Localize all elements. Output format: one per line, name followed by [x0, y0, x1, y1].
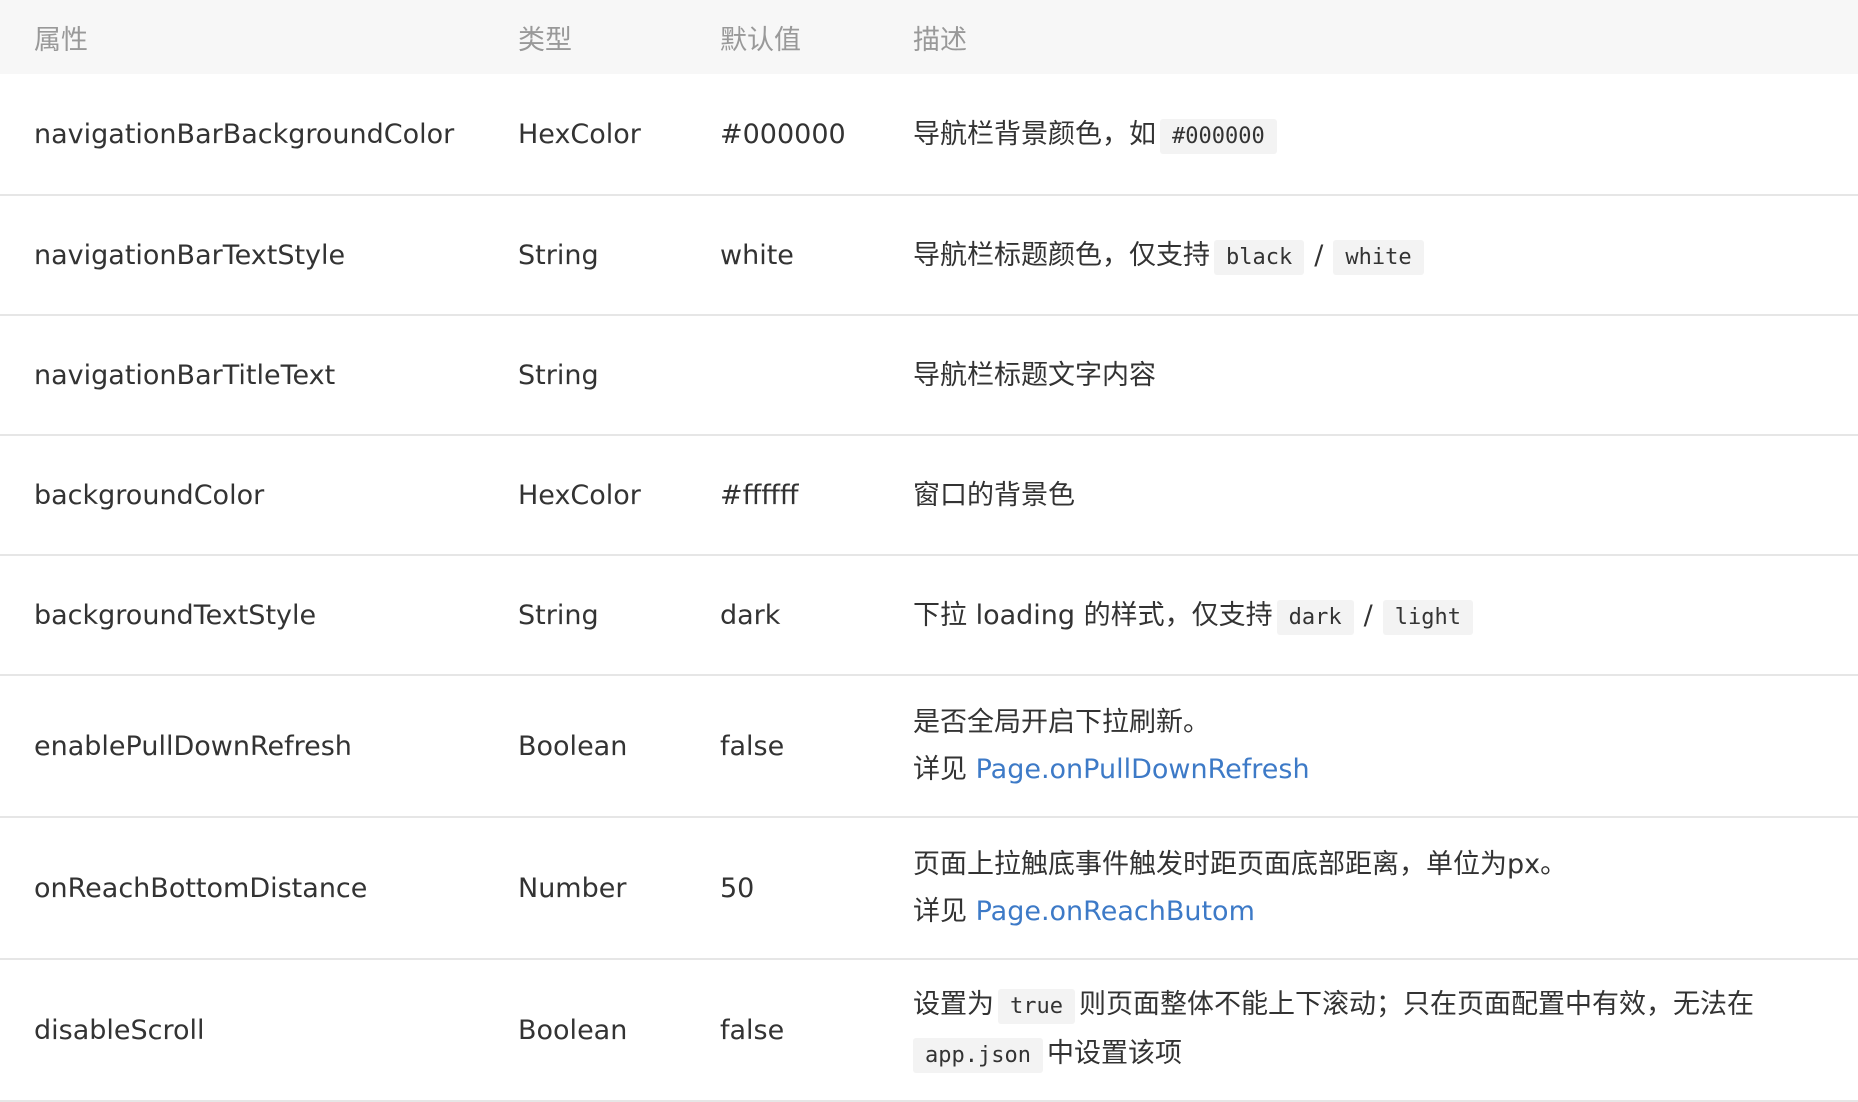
type-cell: HexColor [518, 118, 641, 150]
desc-text: 窗口的背景色 [913, 479, 1075, 511]
inline-code: #000000 [1160, 118, 1277, 154]
header-desc: 描述 [913, 24, 967, 56]
attr-cell: disableScroll [34, 1014, 205, 1046]
desc-text: 页面上拉触底事件触发时距页面底部距离，单位为px。 [913, 849, 1568, 880]
default-cell: 50 [720, 872, 755, 904]
desc-cell: 导航栏背景颜色，如 #000000 [913, 111, 1858, 158]
desc-text: 是否全局开启下拉刷新。 [913, 707, 1210, 738]
table-row: disableScroll Boolean false 设置为 true 则页面整体… [0, 960, 1858, 1102]
table-row: backgroundColor HexColor #ffffff 窗口的背景色 [0, 436, 1858, 556]
attr-cell: navigationBarTitleText [34, 359, 336, 391]
desc-line-1: 设置为 true 则页面整体不能上下滚动；只在页面配置中有效，无法在 [913, 981, 1838, 1030]
desc-text: 导航栏标题文字内容 [913, 359, 1156, 391]
type-cell: Number [518, 872, 627, 904]
header-type: 类型 [518, 24, 572, 56]
desc-see-line: 详见 Page.onPullDownRefresh [913, 746, 1838, 793]
type-cell: Boolean [518, 1014, 628, 1046]
attr-cell: backgroundTextStyle [34, 599, 317, 631]
table-header: 属性 类型 默认值 描述 [0, 0, 1858, 74]
desc-text: 中设置该项 [1046, 1038, 1182, 1069]
table-row: navigationBarTextStyle String white 导航栏标… [0, 196, 1858, 316]
table-row: navigationBarBackgroundColor HexColor #0… [0, 74, 1858, 196]
type-cell: String [518, 359, 599, 391]
desc-cell: 设置为 true 则页面整体不能上下滚动；只在页面配置中有效，无法在 app.jso… [913, 981, 1858, 1079]
page-onpulldownrefresh-link[interactable]: Page.onPullDownRefresh [976, 754, 1310, 785]
table-row: backgroundTextStyle String dark 下拉 loadi… [0, 556, 1858, 676]
type-cell: String [518, 599, 599, 631]
inline-code: black [1214, 239, 1305, 275]
inline-code: app.json [913, 1038, 1043, 1073]
type-cell: String [518, 239, 599, 271]
inline-code: dark [1276, 599, 1354, 635]
header-attr: 属性 [34, 24, 88, 56]
table-row: navigationBarTitleText String 导航栏标题文字内容 [0, 316, 1858, 436]
table-row: onReachBottomDistance Number 50 页面上拉触底事件… [0, 818, 1858, 960]
see-label: 详见 [913, 754, 967, 785]
desc-cell: 下拉 loading 的样式，仅支持 dark / light [913, 592, 1858, 639]
desc-text: 导航栏背景颜色，如 [913, 118, 1156, 150]
type-cell: HexColor [518, 479, 641, 511]
default-cell: #000000 [720, 118, 846, 150]
inline-code: true [998, 989, 1075, 1024]
default-cell: #ffffff [720, 479, 799, 511]
page-onreachbuttom-link[interactable]: Page.onReachButom [976, 896, 1255, 927]
type-cell: Boolean [518, 730, 628, 762]
default-cell: false [720, 1014, 785, 1046]
attr-cell: enablePullDownRefresh [34, 730, 352, 762]
desc-line-2: app.json 中设置该项 [913, 1030, 1838, 1079]
attr-cell: navigationBarBackgroundColor [34, 118, 455, 150]
inline-code: white [1333, 239, 1424, 275]
default-cell: white [720, 239, 794, 271]
desc-cell: 是否全局开启下拉刷新。 详见 Page.onPullDownRefresh [913, 699, 1858, 793]
desc-see-line: 详见 Page.onReachButom [913, 888, 1838, 935]
desc-cell: 页面上拉触底事件触发时距页面底部距离，单位为px。 详见 Page.onReac… [913, 841, 1858, 935]
inline-code: light [1382, 599, 1473, 635]
desc-text: 设置为 [913, 989, 994, 1020]
attr-cell: navigationBarTextStyle [34, 239, 346, 271]
desc-text: 导航栏标题颜色，仅支持 [913, 239, 1210, 271]
desc-cell: 导航栏标题颜色，仅支持 black / white [913, 232, 1858, 279]
header-default: 默认值 [720, 24, 801, 56]
separator: / [1314, 239, 1324, 271]
attr-cell: onReachBottomDistance [34, 872, 368, 904]
desc-cell: 窗口的背景色 [913, 472, 1858, 519]
default-cell: false [720, 730, 785, 762]
see-label: 详见 [913, 896, 967, 927]
desc-text: 下拉 loading 的样式，仅支持 [913, 599, 1273, 631]
desc-text: 则页面整体不能上下滚动；只在页面配置中有效，无法在 [1078, 989, 1754, 1020]
config-table: 属性 类型 默认值 描述 navigationBarBackgroundColo… [0, 0, 1858, 1102]
desc-cell: 导航栏标题文字内容 [913, 352, 1858, 399]
default-cell: dark [720, 599, 781, 631]
attr-cell: backgroundColor [34, 479, 265, 511]
table-row: enablePullDownRefresh Boolean false 是否全局… [0, 676, 1858, 818]
separator: / [1363, 599, 1373, 631]
